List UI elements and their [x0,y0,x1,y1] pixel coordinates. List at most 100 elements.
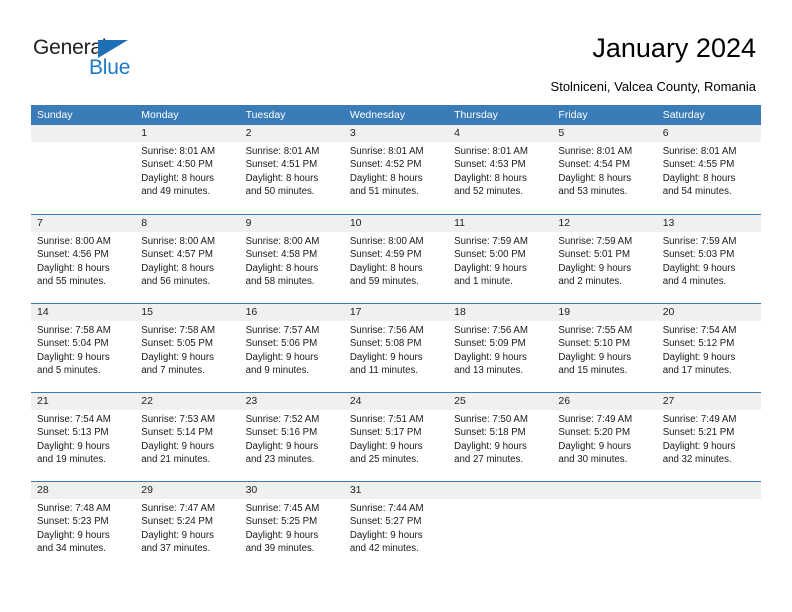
calendar-day-cell[interactable]: 12 Sunrise: 7:59 AM Sunset: 5:01 PM Dayligh… [552,215,657,303]
weekday-header-friday: Friday [558,109,588,121]
daylight-text-line1: Daylight: 8 hours [141,172,214,184]
day-number-band: 9 [239,215,344,232]
calendar-day-cell[interactable]: 14 Sunrise: 7:58 AM Sunset: 5:04 PM Dayligh… [31,304,136,392]
day-number: 1 [141,127,148,139]
day-number-band: 20 [656,304,761,321]
day-number: 21 [37,395,49,407]
calendar-day-cell[interactable]: 4 Sunrise: 8:01 AM Sunset: 4:53 PM Daylight… [448,125,553,214]
day-details: Sunrise: 7:58 AM Sunset: 5:05 PM Daylight:… [135,321,239,378]
calendar-day-cell[interactable]: 19 Sunrise: 7:55 AM Sunset: 5:10 PM Dayligh… [552,304,657,392]
day-number: 4 [454,127,460,139]
sunset-text: Sunset: 5:08 PM [349,338,422,350]
calendar-day-cell[interactable]: 27 Sunrise: 7:49 AM Sunset: 5:21 PM Dayligh… [656,393,761,481]
day-details: Sunrise: 8:00 AM Sunset: 4:59 PM Daylight:… [344,232,448,289]
calendar-day-cell-empty [448,482,553,570]
calendar-day-cell[interactable]: 28 Sunrise: 7:48 AM Sunset: 5:23 PM Dayligh… [31,482,136,570]
day-number: 14 [37,306,49,318]
daylight-text-line2: and 51 minutes. [349,186,419,198]
daylight-text-line1: Daylight: 9 hours [245,529,319,541]
daylight-text-line2: and 39 minutes. [245,543,315,555]
day-details: Sunrise: 8:01 AM Sunset: 4:55 PM Daylight:… [657,142,761,199]
daylight-text-line2: and 1 minute. [454,276,513,288]
logo-text-blue: Blue [89,56,131,79]
calendar-day-cell[interactable]: 17 Sunrise: 7:56 AM Sunset: 5:08 PM Dayligh… [343,304,449,392]
day-number-band: 7 [31,215,136,232]
weekday-header-saturday: Saturday [662,109,705,121]
day-number: 15 [141,306,153,318]
day-details: Sunrise: 7:52 AM Sunset: 5:16 PM Daylight:… [240,410,344,467]
calendar-day-cell[interactable]: 1 Sunrise: 8:01 AM Sunset: 4:50 PM Daylight… [135,125,240,214]
sunrise-text: Sunrise: 7:59 AM [454,236,528,247]
day-details: Sunrise: 7:54 AM Sunset: 5:13 PM Daylight:… [31,410,135,467]
daylight-text-line1: Daylight: 9 hours [454,351,527,363]
daylight-text-line2: and 58 minutes. [245,276,315,288]
sunrise-text: Sunrise: 7:57 AM [245,325,320,336]
daylight-text-line2: and 53 minutes. [558,186,628,198]
calendar-day-cell[interactable]: 30 Sunrise: 7:45 AM Sunset: 5:25 PM Dayligh… [239,482,344,570]
calendar-day-cell-empty [552,482,657,570]
calendar-day-cell[interactable]: 22 Sunrise: 7:53 AM Sunset: 5:14 PM Dayligh… [135,393,240,481]
day-number-band: 24 [343,393,449,410]
daylight-text-line2: and 54 minutes. [662,186,732,198]
day-number-band: 28 [31,482,136,499]
day-number-band [552,482,657,499]
daylight-text-line2: and 17 minutes. [662,365,732,377]
calendar-day-cell[interactable]: 31 Sunrise: 7:44 AM Sunset: 5:27 PM Dayligh… [343,482,449,570]
day-number: 26 [558,395,571,407]
daylight-text-line1: Daylight: 9 hours [558,262,632,274]
daylight-text-line1: Daylight: 9 hours [37,440,110,452]
calendar-day-cell[interactable]: 23 Sunrise: 7:52 AM Sunset: 5:16 PM Dayligh… [239,393,344,481]
calendar-day-cell[interactable]: 20 Sunrise: 7:54 AM Sunset: 5:12 PM Dayligh… [656,304,761,392]
day-details: Sunrise: 7:45 AM Sunset: 5:25 PM Daylight:… [240,499,344,556]
sunrise-text: Sunrise: 7:51 AM [349,414,424,425]
calendar-day-cell[interactable]: 3 Sunrise: 8:01 AM Sunset: 4:52 PM Daylight… [343,125,449,214]
day-number-band: 30 [239,482,344,499]
day-number-band [31,125,136,142]
calendar-day-cell[interactable]: 13 Sunrise: 7:59 AM Sunset: 5:03 PM Dayligh… [656,215,761,303]
day-number: 2 [245,127,252,139]
daylight-text-line2: and 15 minutes. [558,365,628,377]
day-details: Sunrise: 7:57 AM Sunset: 5:06 PM Daylight:… [240,321,344,378]
weekday-header-thursday: Thursday [454,109,498,121]
daylight-text-line1: Daylight: 9 hours [245,440,319,452]
calendar-day-cell[interactable]: 2 Sunrise: 8:01 AM Sunset: 4:51 PM Daylight… [239,125,344,214]
daylight-text-line1: Daylight: 9 hours [454,440,527,452]
sunset-text: Sunset: 4:50 PM [141,159,213,171]
calendar-day-cell[interactable]: 29 Sunrise: 7:47 AM Sunset: 5:24 PM Dayligh… [135,482,240,570]
sunrise-text: Sunrise: 7:58 AM [37,325,111,336]
sunset-text: Sunset: 5:00 PM [454,249,526,261]
calendar-day-cell[interactable]: 10 Sunrise: 8:00 AM Sunset: 4:59 PM Dayligh… [343,215,449,303]
sunrise-text: Sunrise: 8:00 AM [141,236,216,247]
day-details: Sunrise: 7:53 AM Sunset: 5:14 PM Daylight:… [135,410,239,467]
calendar-day-cell[interactable]: 24 Sunrise: 7:51 AM Sunset: 5:17 PM Dayligh… [343,393,449,481]
sunrise-text: Sunrise: 7:55 AM [558,325,633,336]
daylight-text-line1: Daylight: 9 hours [141,351,214,363]
day-details: Sunrise: 7:56 AM Sunset: 5:08 PM Daylight:… [344,321,448,378]
daylight-text-line1: Daylight: 8 hours [37,262,110,274]
day-number-band: 29 [135,482,240,499]
calendar-day-cell[interactable]: 9 Sunrise: 8:00 AM Sunset: 4:58 PM Daylight… [239,215,344,303]
daylight-text-line2: and 11 minutes. [349,365,419,377]
calendar-day-cell[interactable]: 15 Sunrise: 7:58 AM Sunset: 5:05 PM Dayligh… [135,304,240,392]
calendar-day-cell[interactable]: 26 Sunrise: 7:49 AM Sunset: 5:20 PM Dayligh… [552,393,657,481]
daylight-text-line1: Daylight: 8 hours [245,262,319,274]
calendar-day-cell[interactable]: 21 Sunrise: 7:54 AM Sunset: 5:13 PM Dayligh… [31,393,136,481]
calendar-day-cell[interactable]: 8 Sunrise: 8:00 AM Sunset: 4:57 PM Daylight… [135,215,240,303]
calendar-day-cell[interactable]: 6 Sunrise: 8:01 AM Sunset: 4:55 PM Daylight… [656,125,761,214]
sunset-text: Sunset: 4:54 PM [558,159,631,171]
calendar-day-cell[interactable]: 25 Sunrise: 7:50 AM Sunset: 5:18 PM Dayligh… [448,393,553,481]
day-number-band: 12 [552,215,657,232]
sunrise-text: Sunrise: 8:00 AM [245,236,320,247]
sunset-text: Sunset: 5:04 PM [37,338,109,350]
calendar-day-cell[interactable]: 18 Sunrise: 7:56 AM Sunset: 5:09 PM Dayligh… [448,304,553,392]
calendar-day-cell[interactable]: 5 Sunrise: 8:01 AM Sunset: 4:54 PM Daylight… [552,125,657,214]
calendar-day-cell[interactable]: 7 Sunrise: 8:00 AM Sunset: 4:56 PM Daylight… [31,215,136,303]
day-number-band [656,482,761,499]
daylight-text-line2: and 50 minutes. [245,186,315,198]
weekday-header-monday: Monday [141,109,179,121]
calendar-day-cell[interactable]: 11 Sunrise: 7:59 AM Sunset: 5:00 PM Dayligh… [448,215,553,303]
sunrise-text: Sunrise: 7:58 AM [141,325,216,336]
calendar-day-cell[interactable]: 16 Sunrise: 7:57 AM Sunset: 5:06 PM Dayligh… [239,304,344,392]
day-number-band [448,482,553,499]
sunrise-text: Sunrise: 7:54 AM [37,414,111,425]
